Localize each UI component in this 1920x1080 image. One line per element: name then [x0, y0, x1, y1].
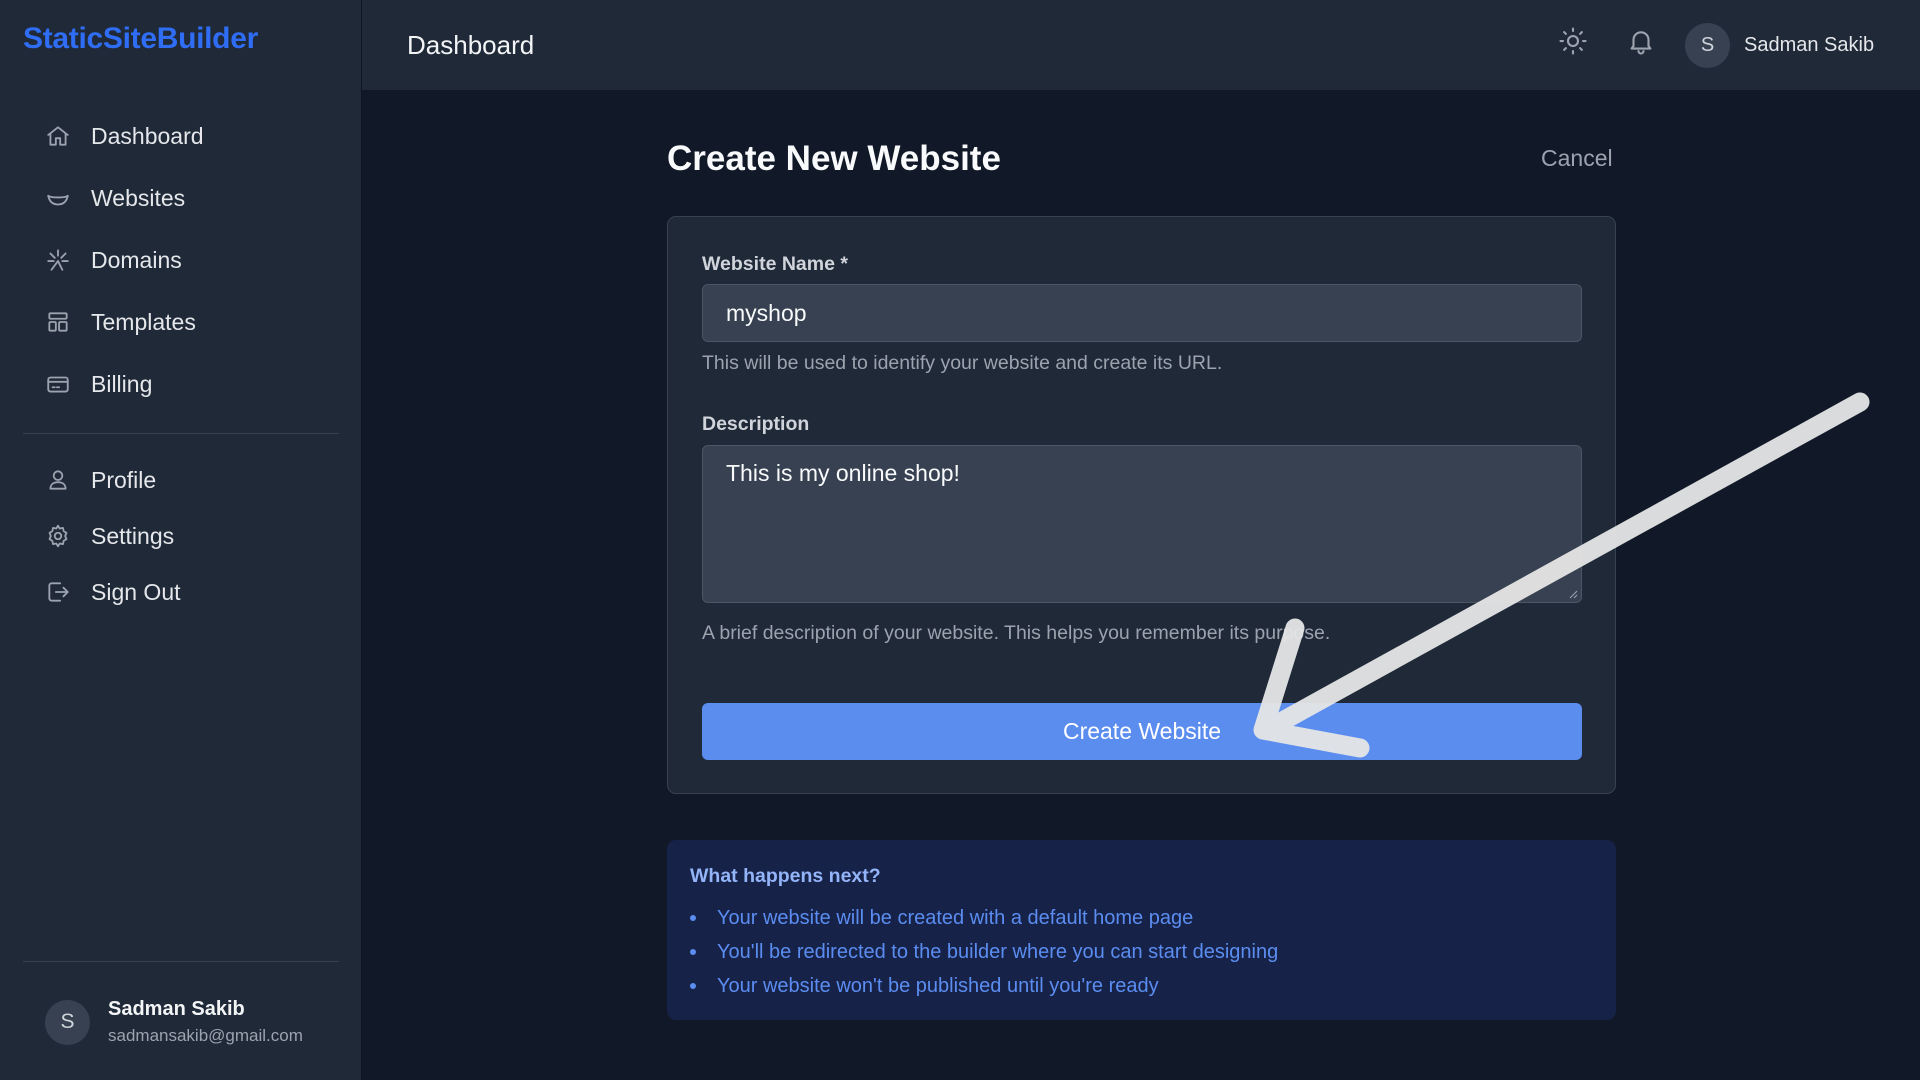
list-item: You'll be redirected to the builder wher… [690, 935, 1278, 969]
resize-handle-icon[interactable] [1568, 589, 1578, 599]
bullet-icon [690, 983, 696, 989]
bullet-icon [690, 949, 696, 955]
credit-card-icon [45, 371, 71, 397]
sidebar-item-settings[interactable]: Settings [23, 508, 339, 564]
list-item: Your website will be created with a defa… [690, 901, 1278, 935]
website-name-input[interactable]: myshop [702, 284, 1582, 342]
sidebar-user[interactable]: S Sadman Sakib sadmansakib@gmail.com [45, 998, 303, 1046]
sidebar-item-billing[interactable]: Billing [23, 353, 339, 415]
domains-icon [45, 247, 71, 273]
sidebar-item-label: Websites [91, 184, 186, 211]
sidebar-item-domains[interactable]: Domains [23, 229, 339, 291]
sidebar-item-label: Sign Out [91, 578, 181, 605]
website-name-value: myshop [726, 299, 807, 326]
website-name-hint: This will be used to identify your websi… [702, 352, 1223, 374]
header-user-name: Sadman Sakib [1744, 34, 1875, 56]
gear-icon [45, 523, 71, 549]
description-hint: A brief description of your website. Thi… [702, 622, 1331, 644]
bullet-icon [690, 915, 696, 921]
page-title: Create New Website [667, 139, 1001, 178]
website-name-label: Website Name * [702, 253, 848, 275]
description-value: This is my online shop! [726, 460, 960, 486]
sidebar-item-profile[interactable]: Profile [23, 452, 339, 508]
sidebar-user-name: Sadman Sakib [108, 998, 245, 1020]
user-icon [45, 467, 71, 493]
header-title: Dashboard [407, 30, 535, 60]
sidebar-item-templates[interactable]: Templates [23, 291, 339, 353]
next-steps-list: Your website will be created with a defa… [690, 901, 1278, 1003]
sidebar-item-label: Dashboard [91, 122, 204, 149]
sign-out-icon [45, 579, 71, 605]
sidebar-item-label: Templates [91, 308, 196, 335]
description-label: Description [702, 413, 810, 435]
sidebar-item-label: Domains [91, 246, 182, 273]
next-steps-title: What happens next? [690, 865, 881, 887]
header-user-menu[interactable]: S Sadman Sakib [1685, 23, 1874, 68]
create-website-button[interactable]: Create Website [702, 703, 1582, 760]
bell-icon [1626, 26, 1656, 61]
notifications-button[interactable] [1624, 26, 1658, 60]
sidebar-item-sign-out[interactable]: Sign Out [23, 564, 339, 620]
sun-icon [1558, 26, 1588, 61]
home-icon [45, 123, 71, 149]
sidebar-user-email: sadmansakib@gmail.com [108, 1026, 303, 1045]
nav-divider [23, 433, 339, 434]
sidebar-footer-divider [23, 961, 339, 962]
sidebar-item-label: Profile [91, 466, 157, 493]
create-website-form: Website Name * myshop This will be used … [667, 216, 1616, 794]
top-header: Dashboard S Sadman Sakib [362, 0, 1920, 90]
cancel-link[interactable]: Cancel [1541, 145, 1613, 172]
sidebar-item-dashboard[interactable]: Dashboard [23, 105, 339, 167]
list-item-text: You'll be redirected to the builder wher… [717, 940, 1279, 963]
websites-icon [45, 185, 71, 211]
sidebar-item-label: Settings [91, 522, 175, 549]
sidebar-nav: Dashboard Websites Domains Templates Bil… [23, 105, 339, 620]
next-steps-box: What happens next? Your website will be … [667, 840, 1616, 1020]
brand-logo[interactable]: StaticSiteBuilder [23, 22, 258, 56]
list-item-text: Your website won't be published until yo… [717, 974, 1159, 997]
description-textarea[interactable]: This is my online shop! [702, 445, 1582, 603]
list-item: Your website won't be published until yo… [690, 969, 1278, 1003]
templates-icon [45, 309, 71, 335]
avatar: S [1685, 23, 1730, 68]
sidebar-item-label: Billing [91, 370, 153, 397]
list-item-text: Your website will be created with a defa… [717, 906, 1194, 929]
sidebar-item-websites[interactable]: Websites [23, 167, 339, 229]
sidebar: StaticSiteBuilder Dashboard Websites Dom… [0, 0, 362, 1080]
avatar: S [45, 999, 90, 1045]
theme-toggle-button[interactable] [1556, 26, 1590, 60]
